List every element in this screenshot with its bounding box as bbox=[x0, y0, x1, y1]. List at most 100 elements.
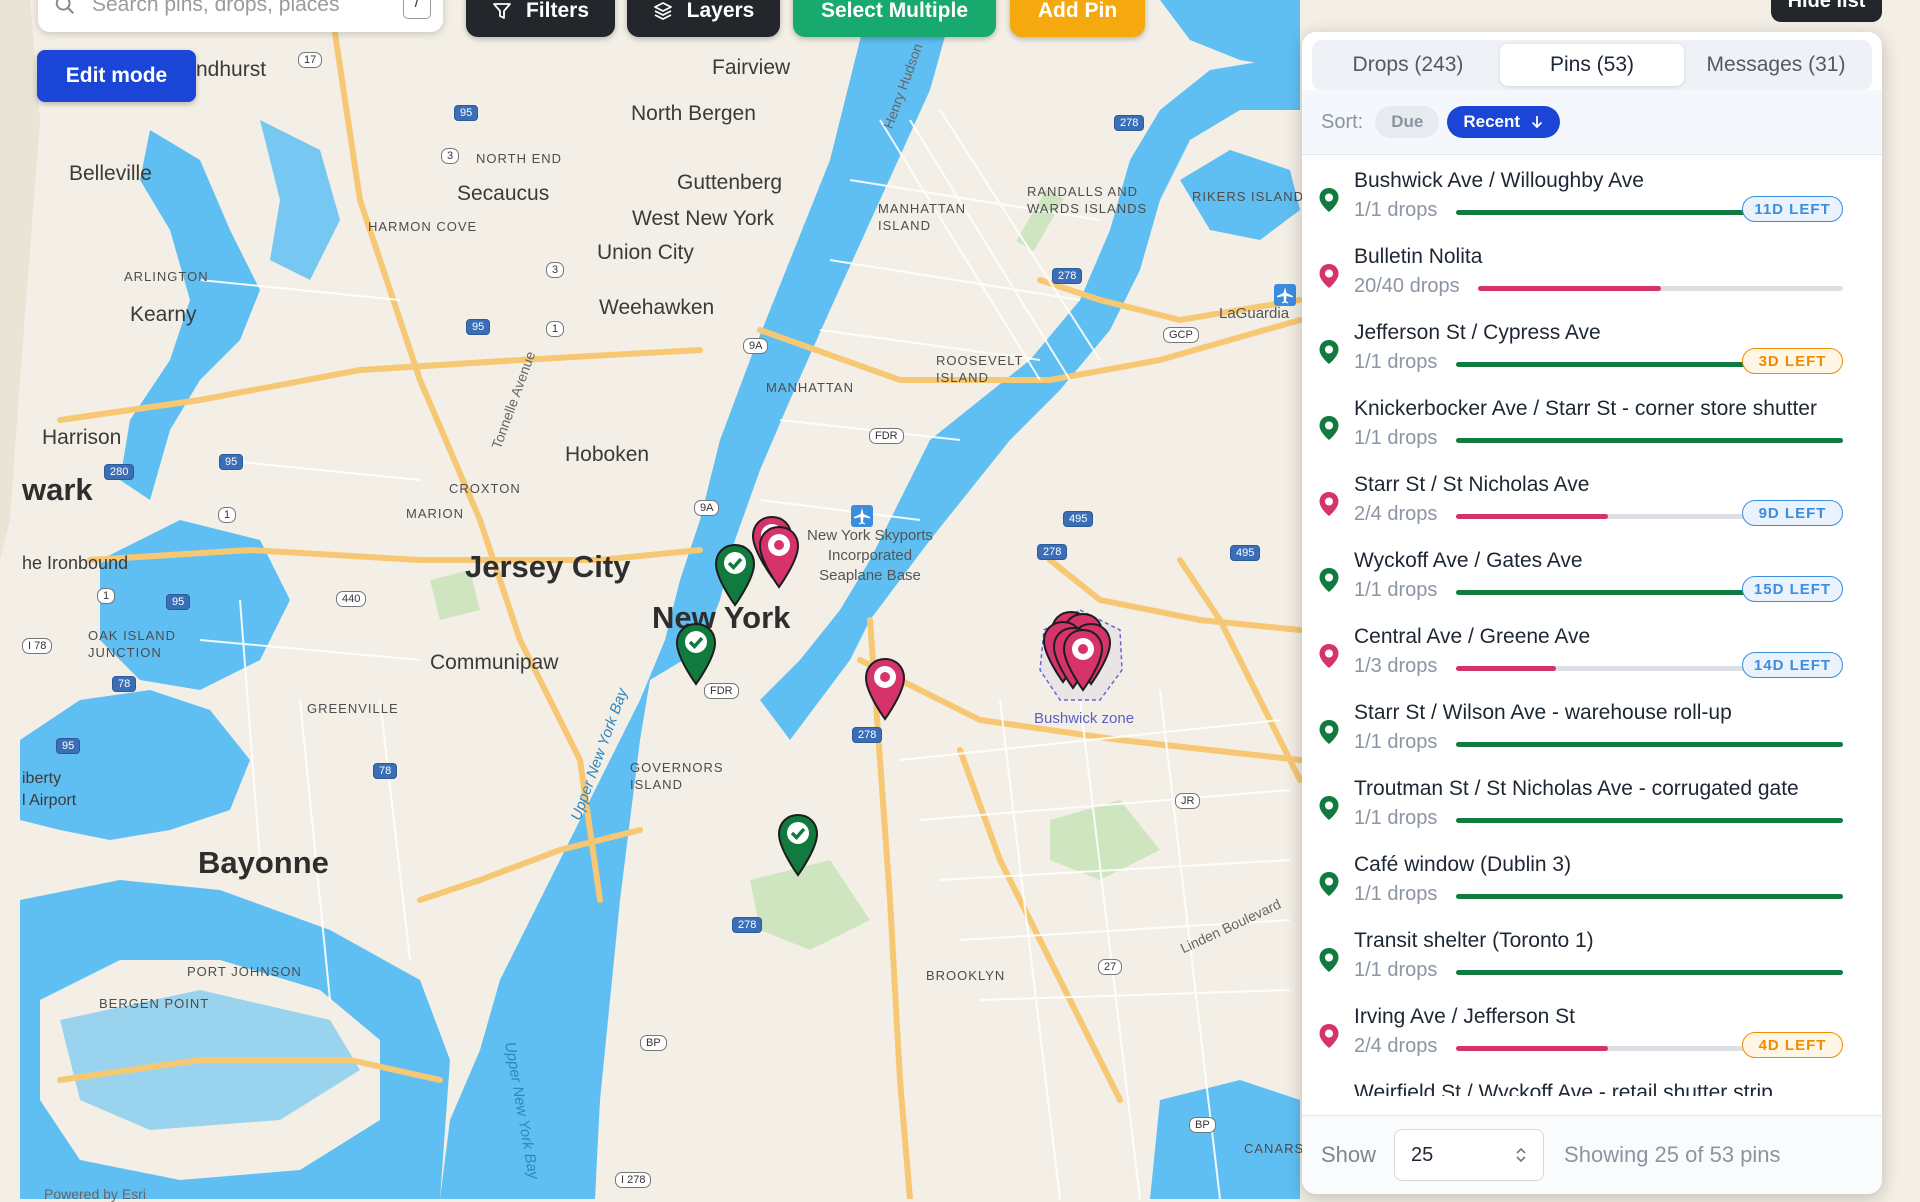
days-left-badge: 15D LEFT bbox=[1742, 576, 1843, 602]
search-input[interactable] bbox=[90, 0, 404, 18]
map-label-oak-island: OAK ISLAND JUNCTION bbox=[88, 628, 177, 660]
seaplane-icon bbox=[851, 505, 873, 527]
route-shield-495-east: 495 bbox=[1230, 545, 1261, 561]
select-multiple-button[interactable]: Select Multiple bbox=[793, 0, 996, 37]
tab-messages[interactable]: Messages (31) bbox=[1684, 44, 1868, 86]
pin-drops: 1/3 drops bbox=[1354, 655, 1438, 677]
sort-due-chip[interactable]: Due bbox=[1375, 106, 1440, 138]
route-shield-17: 17 bbox=[298, 52, 323, 68]
progress-fill bbox=[1456, 438, 1843, 443]
list-item[interactable]: Central Ave / Greene Ave 1/3 drops 14D LEF… bbox=[1302, 611, 1882, 687]
list-item[interactable]: Weirfield St / Wyckoff Ave - retail shut… bbox=[1302, 1067, 1882, 1096]
pin-drops: 1/1 drops bbox=[1354, 959, 1438, 981]
filter-icon bbox=[493, 2, 511, 19]
list-item[interactable]: Transit shelter (Toronto 1) 1/1 drops bbox=[1302, 915, 1882, 991]
showing-count: Showing 25 of 53 pins bbox=[1564, 1142, 1781, 1167]
edit-mode-button[interactable]: Edit mode bbox=[37, 50, 196, 102]
map-label-canarsie: CANARS bbox=[1244, 1141, 1305, 1156]
map-label-arlington: ARLINGTON bbox=[124, 269, 209, 284]
list-item[interactable]: Bulletin Nolita 20/40 drops bbox=[1302, 231, 1882, 307]
route-shield-i78-left: I 78 bbox=[22, 638, 53, 654]
tab-drops[interactable]: Drops (243) bbox=[1316, 44, 1500, 86]
list-item[interactable]: Troutman St / St Nicholas Ave - corrugat… bbox=[1302, 763, 1882, 839]
progress-bar bbox=[1456, 970, 1843, 975]
progress-fill bbox=[1456, 666, 1557, 671]
list-item[interactable]: Knickerbocker Ave / Starr St - corner st… bbox=[1302, 383, 1882, 459]
progress-bar bbox=[1456, 1046, 1760, 1051]
tab-pins[interactable]: Pins (53) bbox=[1500, 44, 1684, 86]
pin-name: Wyckoff Ave / Gates Ave bbox=[1354, 549, 1583, 572]
map-label-bergen-point: BERGEN POINT bbox=[99, 996, 210, 1011]
map-pin-icon bbox=[1319, 416, 1339, 440]
progress-bar bbox=[1456, 818, 1843, 823]
search-icon bbox=[55, 0, 74, 14]
progress-bar bbox=[1456, 514, 1760, 519]
map-pin-icon bbox=[1319, 720, 1339, 744]
map-pin-green-downtown[interactable] bbox=[675, 622, 717, 686]
list-item[interactable]: Bushwick Ave / Willoughby Ave 1/1 drops 11… bbox=[1302, 155, 1882, 231]
map-label-secaucus: Secaucus bbox=[457, 182, 550, 205]
days-left-badge: 4D LEFT bbox=[1742, 1032, 1843, 1058]
hide-list-button[interactable]: Hide list bbox=[1771, 0, 1882, 22]
progress-fill bbox=[1456, 818, 1843, 823]
list-item[interactable]: Jefferson St / Cypress Ave 1/1 drops 3D LE… bbox=[1302, 307, 1882, 383]
pin-drops: 1/1 drops bbox=[1354, 883, 1438, 905]
map-pin-pink-brooklyn[interactable] bbox=[864, 657, 906, 721]
map-label-liberty: iberty bbox=[22, 770, 62, 787]
route-shield-278-north: 278 bbox=[1114, 115, 1145, 131]
days-left-badge: 3D LEFT bbox=[1742, 348, 1843, 374]
route-shield-1: 1 bbox=[546, 321, 565, 337]
route-shield-95: 95 bbox=[466, 319, 491, 335]
sort-recent-chip[interactable]: Recent bbox=[1447, 106, 1561, 138]
progress-fill bbox=[1456, 970, 1843, 975]
route-shield-280: 280 bbox=[104, 464, 135, 480]
layers-icon bbox=[653, 1, 672, 20]
map-label-manhattan: MANHATTAN bbox=[766, 380, 854, 395]
map-label-randalls: RANDALLS AND WARDS ISLANDS bbox=[1027, 184, 1148, 216]
list-footer: Show 25 Showing 25 of 53 pins bbox=[1302, 1115, 1882, 1194]
layers-button[interactable]: Layers bbox=[627, 0, 780, 37]
progress-fill bbox=[1456, 1046, 1608, 1051]
progress-bar bbox=[1456, 894, 1843, 899]
progress-bar bbox=[1478, 286, 1843, 291]
map-label-brooklyn: BROOKLYN bbox=[926, 968, 1006, 983]
map-label-croxton: CROXTON bbox=[449, 481, 521, 496]
route-shield-278-mid: 278 bbox=[1052, 268, 1083, 284]
map-pin-green[interactable] bbox=[714, 543, 756, 607]
pin-drops: 20/40 drops bbox=[1354, 275, 1460, 297]
route-shield-278-east: 278 bbox=[1037, 544, 1068, 560]
add-pin-button[interactable]: Add Pin bbox=[1010, 0, 1145, 37]
map-pin-green-south[interactable] bbox=[777, 813, 819, 877]
route-shield-bp-east: BP bbox=[1189, 1117, 1216, 1133]
list-item[interactable]: Starr St / Wilson Ave - warehouse roll-u… bbox=[1302, 687, 1882, 763]
layers-label: Layers bbox=[686, 0, 755, 22]
route-shield-278-south: 278 bbox=[732, 917, 763, 933]
route-shield-9a-south: 9A bbox=[694, 500, 720, 516]
progress-bar bbox=[1456, 742, 1843, 747]
list-item[interactable]: Café window (Dublin 3) 1/1 drops bbox=[1302, 839, 1882, 915]
map-label-skyports: New York Skyports Incorporated Seaplane … bbox=[807, 527, 933, 584]
route-shield-i278: I 278 bbox=[615, 1172, 652, 1188]
map-pin-icon bbox=[1319, 1024, 1339, 1048]
page-size-select[interactable]: 25 bbox=[1394, 1129, 1545, 1181]
filters-button[interactable]: Filters bbox=[466, 0, 615, 37]
map-label-marion: MARION bbox=[406, 506, 464, 521]
list-item[interactable]: Irving Ave / Jefferson St 2/4 drops 4D LEF… bbox=[1302, 991, 1882, 1067]
map-pin-cluster-bushwick[interactable] bbox=[1033, 604, 1123, 714]
list-item[interactable]: Wyckoff Ave / Gates Ave 1/1 drops 15D LEFT bbox=[1302, 535, 1882, 611]
map-label-rikers: RIKERS ISLAND bbox=[1192, 189, 1304, 204]
page-size-value: 25 bbox=[1411, 1143, 1434, 1166]
route-shield-27: 27 bbox=[1098, 959, 1123, 975]
map-label-fairview: Fairview bbox=[712, 56, 791, 79]
map-pin-pink[interactable] bbox=[758, 525, 800, 589]
pin-list[interactable]: Bushwick Ave / Willoughby Ave 1/1 drops 11… bbox=[1302, 155, 1882, 1096]
route-shield-278: 278 bbox=[852, 727, 883, 743]
route-shield-3-south: 3 bbox=[546, 262, 565, 278]
list-item[interactable]: Starr St / St Nicholas Ave 2/4 drops 9D LE… bbox=[1302, 459, 1882, 535]
map-label-roosevelt-island: ROOSEVELT ISLAND bbox=[936, 353, 1024, 385]
map-pin-icon bbox=[1319, 796, 1339, 820]
pin-name: Central Ave / Greene Ave bbox=[1354, 625, 1591, 648]
search-bar[interactable]: / bbox=[38, 0, 443, 32]
pin-name: Transit shelter (Toronto 1) bbox=[1354, 929, 1594, 952]
arrow-down-icon bbox=[1531, 116, 1543, 129]
